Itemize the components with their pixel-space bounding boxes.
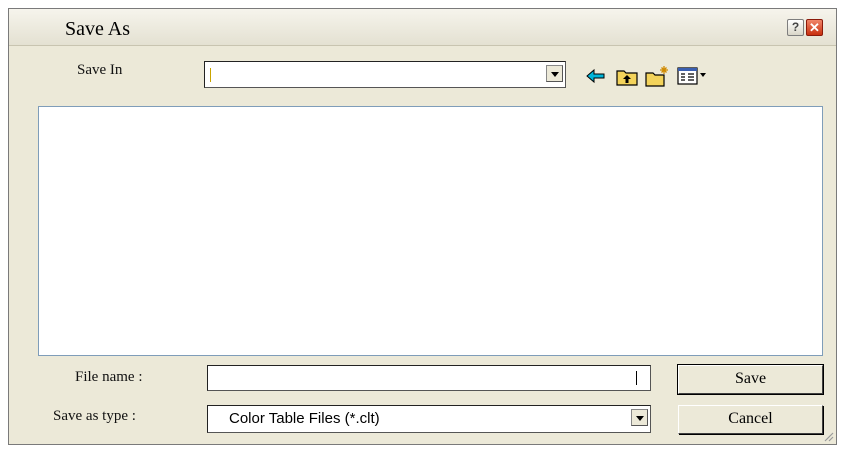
file-name-label: File name :	[75, 369, 143, 385]
up-one-level-icon[interactable]	[615, 64, 639, 88]
file-name-cursor	[636, 371, 637, 385]
file-name-input[interactable]	[207, 365, 651, 391]
save-in-cursor	[210, 68, 211, 82]
title-bar[interactable]: Save As ? ✕	[9, 9, 836, 46]
save-in-dropdown-arrow[interactable]	[546, 65, 563, 82]
view-menu-icon[interactable]	[676, 64, 708, 88]
back-arrow-icon[interactable]	[585, 64, 607, 88]
dialog-title: Save As	[65, 18, 130, 40]
save-in-dropdown[interactable]	[204, 61, 566, 88]
save-button[interactable]: Save	[677, 364, 824, 395]
save-as-dialog: Save As ? ✕ Save In File name : Save as …	[8, 8, 837, 445]
save-as-type-dropdown-arrow[interactable]	[631, 409, 648, 426]
close-button[interactable]: ✕	[806, 19, 823, 36]
save-as-type-label: Save as type :	[53, 408, 136, 424]
save-as-type-value: Color Table Files (*.clt)	[229, 410, 380, 427]
save-as-type-dropdown[interactable]: Color Table Files (*.clt)	[207, 405, 651, 433]
new-folder-icon[interactable]	[644, 64, 670, 88]
cancel-button[interactable]: Cancel	[678, 405, 823, 434]
file-list[interactable]	[38, 106, 823, 356]
save-in-label: Save In	[77, 62, 123, 78]
help-button[interactable]: ?	[787, 19, 804, 36]
resize-grip-icon[interactable]	[822, 430, 834, 442]
